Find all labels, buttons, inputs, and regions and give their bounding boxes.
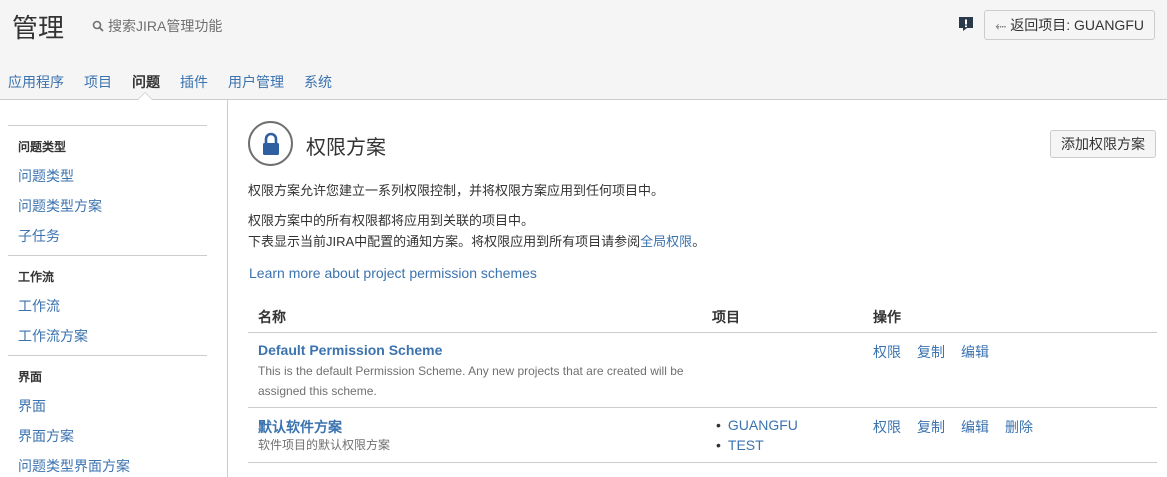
sidebar-divider bbox=[8, 355, 207, 356]
active-tab-caret bbox=[138, 93, 152, 100]
project-link[interactable]: GUANGFU bbox=[728, 417, 798, 433]
permission-lock-icon bbox=[248, 121, 293, 166]
back-to-project-button[interactable]: ⬸ 返回项目: GUANGFU bbox=[984, 10, 1155, 40]
sidebar-divider bbox=[8, 255, 207, 256]
copy-link[interactable]: 复制 bbox=[917, 342, 945, 362]
description-suffix: 。 bbox=[692, 234, 706, 249]
scheme-name-link[interactable]: 默认软件方案 bbox=[258, 417, 342, 437]
description-text: 权限方案中的所有权限都将应用到关联的项目中。 bbox=[248, 213, 535, 228]
nav-projects[interactable]: 项目 bbox=[84, 72, 112, 92]
project-list-item: • TEST bbox=[716, 437, 764, 453]
project-link[interactable]: TEST bbox=[728, 437, 764, 453]
page-title: 权限方案 bbox=[306, 137, 386, 159]
search-icon bbox=[92, 20, 104, 32]
sidebar-item-issue-types[interactable]: 问题类型 bbox=[18, 166, 74, 186]
delete-link[interactable]: 删除 bbox=[1005, 417, 1033, 437]
scheme-description: This is the default Permission Scheme. A… bbox=[258, 361, 698, 401]
scheme-description-line: 软件项目的默认权限方案 bbox=[258, 438, 391, 452]
page-header-title: 管理 bbox=[12, 13, 65, 43]
scheme-description: 软件项目的默认权限方案 bbox=[258, 435, 698, 455]
nav-issues[interactable]: 问题 bbox=[132, 72, 160, 92]
sidebar-divider bbox=[8, 125, 207, 126]
lock-icon bbox=[263, 132, 279, 155]
copy-link[interactable]: 复制 bbox=[917, 417, 945, 437]
column-header-name: 名称 bbox=[258, 309, 286, 325]
table-row-divider bbox=[248, 407, 1157, 408]
sidebar-heading-issue-types: 问题类型 bbox=[18, 140, 67, 154]
description-text: 权限方案允许您建立一系列权限控制，并将权限方案应用到任何项目中。 bbox=[248, 183, 665, 198]
edit-link[interactable]: 编辑 bbox=[961, 417, 989, 437]
permissions-link[interactable]: 权限 bbox=[873, 342, 901, 362]
back-button-label: 返回项目: GUANGFU bbox=[1010, 17, 1144, 33]
admin-search[interactable]: 搜索JIRA管理功能 bbox=[92, 16, 222, 36]
learn-more-link[interactable]: Learn more about project permission sche… bbox=[249, 265, 537, 281]
description-prefix: 下表显示当前JIRA中配置的通知方案。将权限应用到所有项目请参阅 bbox=[248, 234, 641, 249]
nav-applications[interactable]: 应用程序 bbox=[8, 72, 64, 92]
global-permissions-link[interactable]: 全局权限 bbox=[640, 234, 692, 249]
add-permission-scheme-button[interactable]: 添加权限方案 bbox=[1050, 130, 1156, 158]
scheme-name-link[interactable]: Default Permission Scheme bbox=[258, 342, 442, 358]
sidebar-item-issue-type-schemes[interactable]: 问题类型方案 bbox=[18, 196, 102, 216]
admin-header: 管理 搜索JIRA管理功能 ⬸ 返回项目: GUANGFU bbox=[0, 0, 1167, 61]
sidebar-heading-workflows: 工作流 bbox=[18, 270, 55, 284]
sidebar-item-issue-type-screen-schemes[interactable]: 问题类型界面方案 bbox=[18, 456, 130, 476]
edit-link[interactable]: 编辑 bbox=[961, 342, 989, 362]
nav-system[interactable]: 系统 bbox=[304, 72, 332, 92]
admin-sidebar: 问题类型 问题类型 问题类型方案 子任务 工作流 工作流 工作流方案 界面 界面… bbox=[0, 100, 228, 477]
scheme-description-line: This is the default Permission Scheme. A… bbox=[258, 364, 684, 378]
back-arrow-icon: ⬸ bbox=[995, 17, 1007, 33]
nav-plugins[interactable]: 插件 bbox=[180, 72, 208, 92]
table-header-divider bbox=[248, 332, 1157, 333]
admin-top-nav: 应用程序 项目 问题 插件 用户管理 系统 bbox=[0, 61, 1167, 100]
nav-user-management[interactable]: 用户管理 bbox=[228, 72, 284, 92]
scheme-description-line: assigned this scheme. bbox=[258, 384, 377, 398]
permissions-link[interactable]: 权限 bbox=[873, 417, 901, 437]
column-header-operations: 操作 bbox=[873, 309, 901, 325]
sidebar-item-workflow-schemes[interactable]: 工作流方案 bbox=[18, 326, 88, 346]
sidebar-item-subtasks[interactable]: 子任务 bbox=[18, 226, 60, 246]
sidebar-item-screens[interactable]: 界面 bbox=[18, 396, 46, 416]
column-header-projects: 项目 bbox=[712, 309, 740, 325]
project-list-item: • GUANGFU bbox=[716, 417, 798, 433]
description-text: 下表显示当前JIRA中配置的通知方案。将权限应用到所有项目请参阅全局权限。 bbox=[248, 231, 705, 250]
feedback-icon[interactable] bbox=[958, 16, 974, 32]
sidebar-item-workflows[interactable]: 工作流 bbox=[18, 296, 60, 316]
table-row-divider bbox=[248, 462, 1157, 463]
sidebar-item-screen-schemes[interactable]: 界面方案 bbox=[18, 426, 74, 446]
sidebar-heading-screens: 界面 bbox=[18, 370, 43, 384]
search-label: 搜索JIRA管理功能 bbox=[108, 18, 223, 34]
